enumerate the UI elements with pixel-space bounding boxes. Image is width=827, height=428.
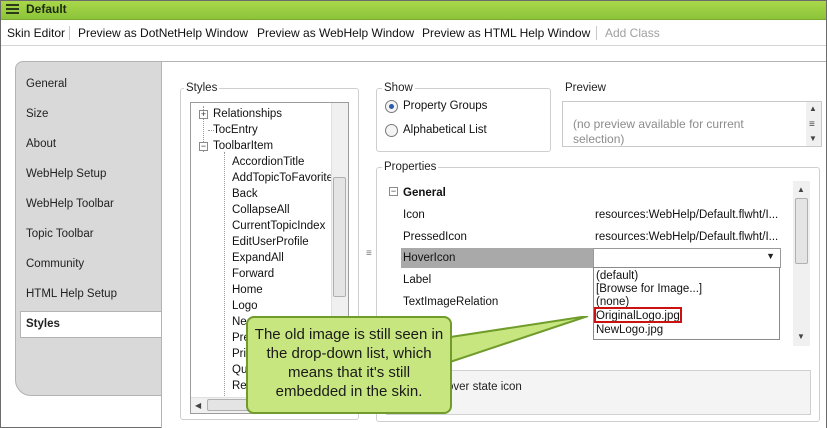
tab-styles-label: Styles [26, 318, 60, 330]
property-name-icon[interactable]: Icon [403, 209, 425, 221]
toolbar-separator [69, 26, 70, 40]
toolbar: Skin Editor Preview as DotNetHelp Window… [1, 20, 826, 46]
menu-icon[interactable] [6, 4, 19, 15]
window-title: Default [26, 2, 67, 16]
tab-topic-toolbar[interactable]: Topic Toolbar [26, 228, 94, 240]
tab-general[interactable]: General [26, 78, 67, 90]
properties-group-label: Properties [382, 161, 439, 173]
annotation-text: The old image is still seen in the drop-… [254, 326, 444, 400]
tree-item[interactable]: TocEntry [213, 124, 258, 136]
dropdown-option[interactable]: (default) [596, 270, 638, 282]
preview-dotnethelp-button[interactable]: Preview as DotNetHelp Window [78, 26, 248, 40]
scroll-up-icon[interactable]: ▲ [797, 185, 805, 194]
tree-item[interactable]: CollapseAll [232, 204, 290, 216]
tab-size[interactable]: Size [26, 108, 48, 120]
preview-text: (no preview available for current select… [573, 117, 744, 146]
show-group-box [376, 88, 551, 152]
tree-item[interactable]: ExpandAll [232, 252, 284, 264]
scroll-down-icon[interactable]: ▼ [809, 134, 817, 143]
show-group-label: Show [382, 82, 415, 94]
image-dropdown-list[interactable]: (default) [Browse for Image...] (none) O… [593, 267, 780, 340]
tab-html-help-setup[interactable]: HTML Help Setup [26, 288, 117, 300]
property-name-hovericon[interactable]: HoverIcon [403, 252, 455, 264]
tree-item[interactable]: Ne [232, 316, 247, 328]
collapse-icon[interactable]: − [199, 142, 208, 151]
tree-line [224, 152, 225, 398]
property-name-pressedicon[interactable]: PressedIcon [403, 231, 467, 243]
alphabetical-list-label[interactable]: Alphabetical List [403, 124, 487, 136]
properties-scroll-thumb[interactable] [795, 198, 808, 264]
tree-scroll-thumb[interactable] [333, 177, 346, 297]
property-value-icon[interactable]: resources:WebHelp/Default.flwht/I... [595, 209, 780, 221]
property-name-label[interactable]: Label [403, 274, 431, 286]
tree-item[interactable]: ToolbarItem [213, 140, 273, 152]
dropdown-option[interactable]: [Browse for Image...] [596, 283, 702, 295]
collapse-group-icon[interactable]: − [389, 187, 398, 196]
tree-item[interactable]: Re [232, 380, 247, 392]
dropdown-option-newlogo[interactable]: NewLogo.jpg [596, 324, 663, 336]
add-class-button[interactable]: Add Class [605, 26, 660, 40]
splitter-grip-icon[interactable]: ≡ [366, 248, 372, 259]
tab-webhelp-toolbar[interactable]: WebHelp Toolbar [26, 198, 114, 210]
preview-webhelp-button[interactable]: Preview as WebHelp Window [257, 26, 414, 40]
tree-item[interactable]: CurrentTopicIndex [232, 220, 325, 232]
property-groups-radio[interactable] [385, 100, 398, 113]
dropdown-arrow-icon[interactable]: ▼ [766, 251, 775, 261]
alphabetical-list-radio[interactable] [385, 124, 398, 137]
tree-item[interactable]: Relationships [213, 108, 282, 120]
scroll-grip-icon: ≡ [809, 119, 815, 130]
property-name-textimagerelation[interactable]: TextImageRelation [403, 296, 498, 308]
highlight-box [594, 307, 682, 323]
property-groups-label[interactable]: Property Groups [403, 100, 487, 112]
scroll-left-icon[interactable]: ◀ [195, 401, 201, 410]
hovericon-value-dropdown[interactable]: ▼ [593, 248, 781, 268]
tab-community[interactable]: Community [26, 258, 84, 270]
property-group-general: General [403, 187, 446, 199]
preview-htmlhelp-button[interactable]: Preview as HTML Help Window [422, 26, 590, 40]
skin-editor-button[interactable]: Skin Editor [7, 26, 65, 40]
settings-tab-panel: General Size About WebHelp Setup WebHelp… [15, 61, 162, 396]
tree-item[interactable]: AccordionTitle [232, 156, 304, 168]
preview-group-label: Preview [563, 82, 608, 94]
toolbar-separator [596, 26, 597, 40]
tree-item[interactable]: EditUserProfile [232, 236, 309, 248]
styles-group-label: Styles [184, 82, 220, 94]
expand-icon[interactable]: + [199, 110, 208, 119]
tree-item[interactable]: Logo [232, 300, 258, 312]
scroll-down-icon[interactable]: ▼ [797, 332, 805, 341]
tree-item[interactable]: Forward [232, 268, 274, 280]
tab-webhelp-setup[interactable]: WebHelp Setup [26, 168, 106, 180]
tree-item[interactable]: Home [232, 284, 263, 296]
property-value-pressedicon[interactable]: resources:WebHelp/Default.flwht/I... [595, 231, 780, 243]
tab-about[interactable]: About [26, 138, 56, 150]
title-bar [1, 1, 826, 20]
tree-item[interactable]: AddTopicToFavorites [232, 172, 339, 184]
tab-styles[interactable]: Styles [20, 311, 163, 338]
scroll-up-icon[interactable]: ▲ [809, 104, 817, 113]
tree-item[interactable]: Back [232, 188, 258, 200]
